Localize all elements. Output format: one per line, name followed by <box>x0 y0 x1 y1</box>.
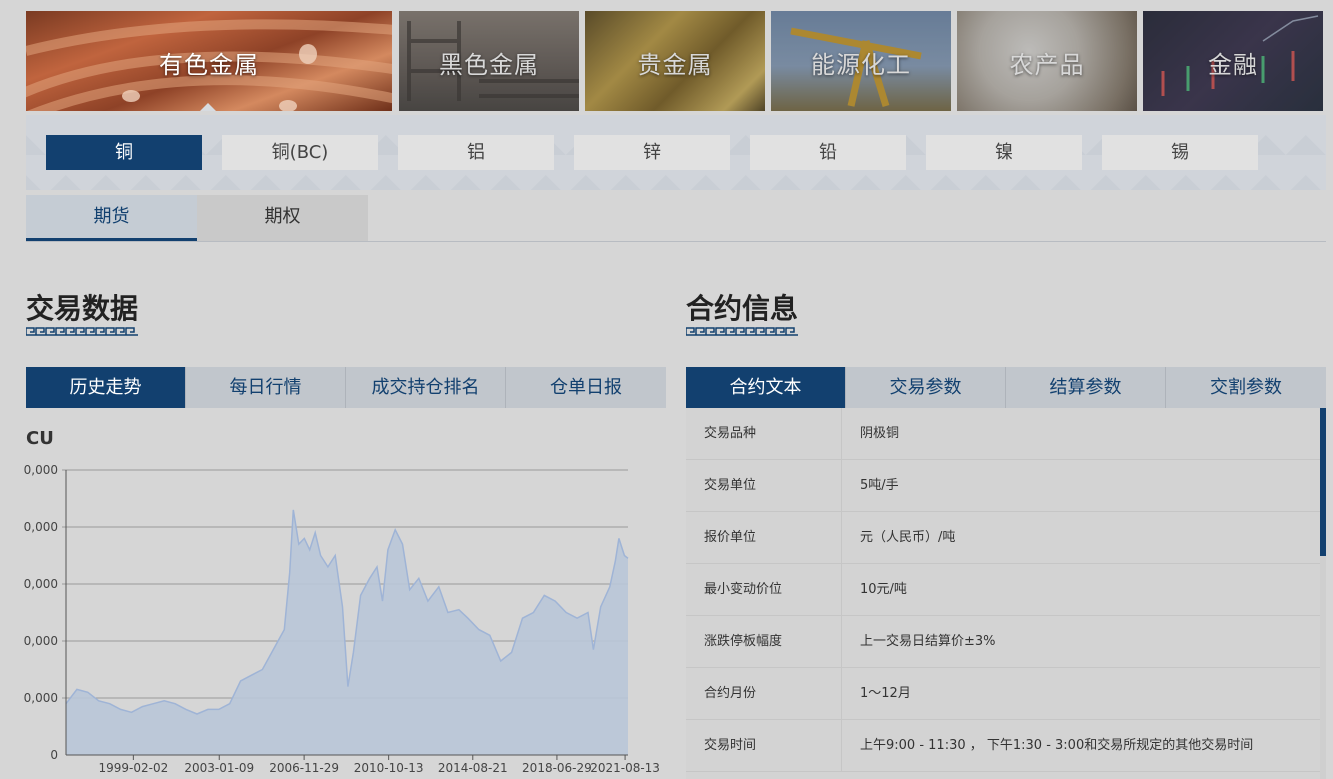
trade-data-tabs: 历史走势 每日行情 成交持仓排名 仓单日报 <box>26 367 666 408</box>
tab-options[interactable]: 期权 <box>197 195 368 241</box>
table-row: 最小变动价位 10元/吨 <box>686 564 1326 616</box>
y-tick-label: 0,000 <box>24 577 58 591</box>
row-value: 上一交易日结算价±3% <box>860 634 996 649</box>
metal-tin[interactable]: 锡 <box>1102 135 1258 170</box>
table-row: 交易时间 上午9:00 - 11:30 ， 下午1:30 - 3:00和交易所规定… <box>686 720 1326 772</box>
category-precious[interactable]: 贵金属 <box>585 11 765 111</box>
trade-data-title: 交易数据 <box>26 292 139 325</box>
y-tick-label: 0,000 <box>24 463 58 477</box>
y-tick-label: 0,000 <box>24 520 58 534</box>
category-label: 有色金属 <box>159 51 259 79</box>
category-label: 能源化工 <box>811 51 911 79</box>
metal-bar: 铜 铜(BC) 铝 锌 铅 镍 锡 <box>26 115 1326 190</box>
metal-copper[interactable]: 铜 <box>46 135 202 170</box>
category-label: 金融 <box>1208 51 1258 79</box>
active-pointer <box>199 103 217 111</box>
row-value: 阴极铜 <box>860 426 900 441</box>
chart-title: CU <box>26 428 54 449</box>
x-tick-label: 2010-10-13 <box>354 761 424 775</box>
x-tick-label: 2018-06-29 <box>522 761 592 775</box>
x-tick-label: 2006-11-29 <box>269 761 339 775</box>
row-key: 报价单位 <box>686 512 842 563</box>
row-value: 10元/吨 <box>860 582 907 597</box>
greek-key-ornament <box>686 327 798 336</box>
row-key: 交易单位 <box>686 460 842 511</box>
category-label: 黑色金属 <box>439 51 539 79</box>
table-row: 报价单位 元（人民币）/吨 <box>686 512 1326 564</box>
history-chart: 0 0,000 0,000 0,000 0,000 0,000 1999-02-02 2003… <box>24 463 660 775</box>
tab-volume-ranking[interactable]: 成交持仓排名 <box>346 367 506 408</box>
metal-copper-bc[interactable]: 铜(BC) <box>222 135 378 170</box>
x-tick-label: 2014-08-21 <box>438 761 508 775</box>
tab-trade-params[interactable]: 交易参数 <box>846 367 1006 408</box>
row-value: 元（人民币）/吨 <box>860 530 956 545</box>
y-tick-label: 0,000 <box>24 691 58 705</box>
tab-futures[interactable]: 期货 <box>26 195 197 241</box>
table-row: 涨跌停板幅度 上一交易日结算价±3% <box>686 616 1326 668</box>
product-tabs: 期货 期权 <box>26 195 1326 242</box>
row-key: 涨跌停板幅度 <box>686 616 842 667</box>
contract-info-title: 合约信息 <box>686 292 799 325</box>
series-area <box>66 509 628 755</box>
category-finance[interactable]: 金融 <box>1143 11 1323 111</box>
greek-key-ornament <box>26 327 138 336</box>
contract-table: 交易品种 阴极铜 交易单位 5吨/手 报价单位 元（人民币）/吨 最小变动价位 10元/… <box>686 408 1326 779</box>
metal-aluminum[interactable]: 铝 <box>398 135 554 170</box>
row-value: 5吨/手 <box>860 478 899 493</box>
row-key: 合约月份 <box>686 668 842 719</box>
scrollbar[interactable] <box>1320 408 1326 779</box>
table-row: 交易单位 5吨/手 <box>686 460 1326 512</box>
category-nonferrous[interactable]: 有色金属 <box>26 11 392 111</box>
x-tick-label: 2003-01-09 <box>184 761 254 775</box>
tab-delivery-params[interactable]: 交割参数 <box>1166 367 1326 408</box>
table-row: 合约月份 1～12月 <box>686 668 1326 720</box>
table-row: 交易品种 阴极铜 <box>686 408 1326 460</box>
row-key: 最小变动价位 <box>686 564 842 615</box>
contract-tabs: 合约文本 交易参数 结算参数 交割参数 <box>686 367 1326 408</box>
y-tick-label: 0,000 <box>24 634 58 648</box>
tab-contract-text[interactable]: 合约文本 <box>686 367 846 408</box>
category-ferrous[interactable]: 黑色金属 <box>399 11 579 111</box>
category-energy[interactable]: 能源化工 <box>771 11 951 111</box>
scrollbar-thumb[interactable] <box>1320 408 1326 556</box>
row-value: 1～12月 <box>860 686 911 701</box>
y-tick-label: 0 <box>50 748 58 762</box>
category-label: 贵金属 <box>637 51 713 79</box>
metal-nickel[interactable]: 镍 <box>926 135 1082 170</box>
metal-zinc[interactable]: 锌 <box>574 135 730 170</box>
category-bar: 有色金属 黑色金属 贵金属 能源化工 农产品 金融 <box>26 11 1326 111</box>
tab-daily-quotes[interactable]: 每日行情 <box>186 367 346 408</box>
tab-warehouse-report[interactable]: 仓单日报 <box>506 367 666 408</box>
tab-history-trend[interactable]: 历史走势 <box>26 367 186 408</box>
category-agriculture[interactable]: 农产品 <box>957 11 1137 111</box>
tab-settlement-params[interactable]: 结算参数 <box>1006 367 1166 408</box>
metal-lead[interactable]: 铅 <box>750 135 906 170</box>
row-key: 交易品种 <box>686 408 842 459</box>
row-key: 交易时间 <box>686 720 842 771</box>
x-tick-label: 1999-02-02 <box>98 761 168 775</box>
x-tick-label: 2021-08-13 <box>590 761 660 775</box>
row-value: 上午9:00 - 11:30 ， 下午1:30 - 3:00和交易所规定的其他交… <box>860 738 1254 753</box>
category-label: 农产品 <box>1009 51 1085 79</box>
